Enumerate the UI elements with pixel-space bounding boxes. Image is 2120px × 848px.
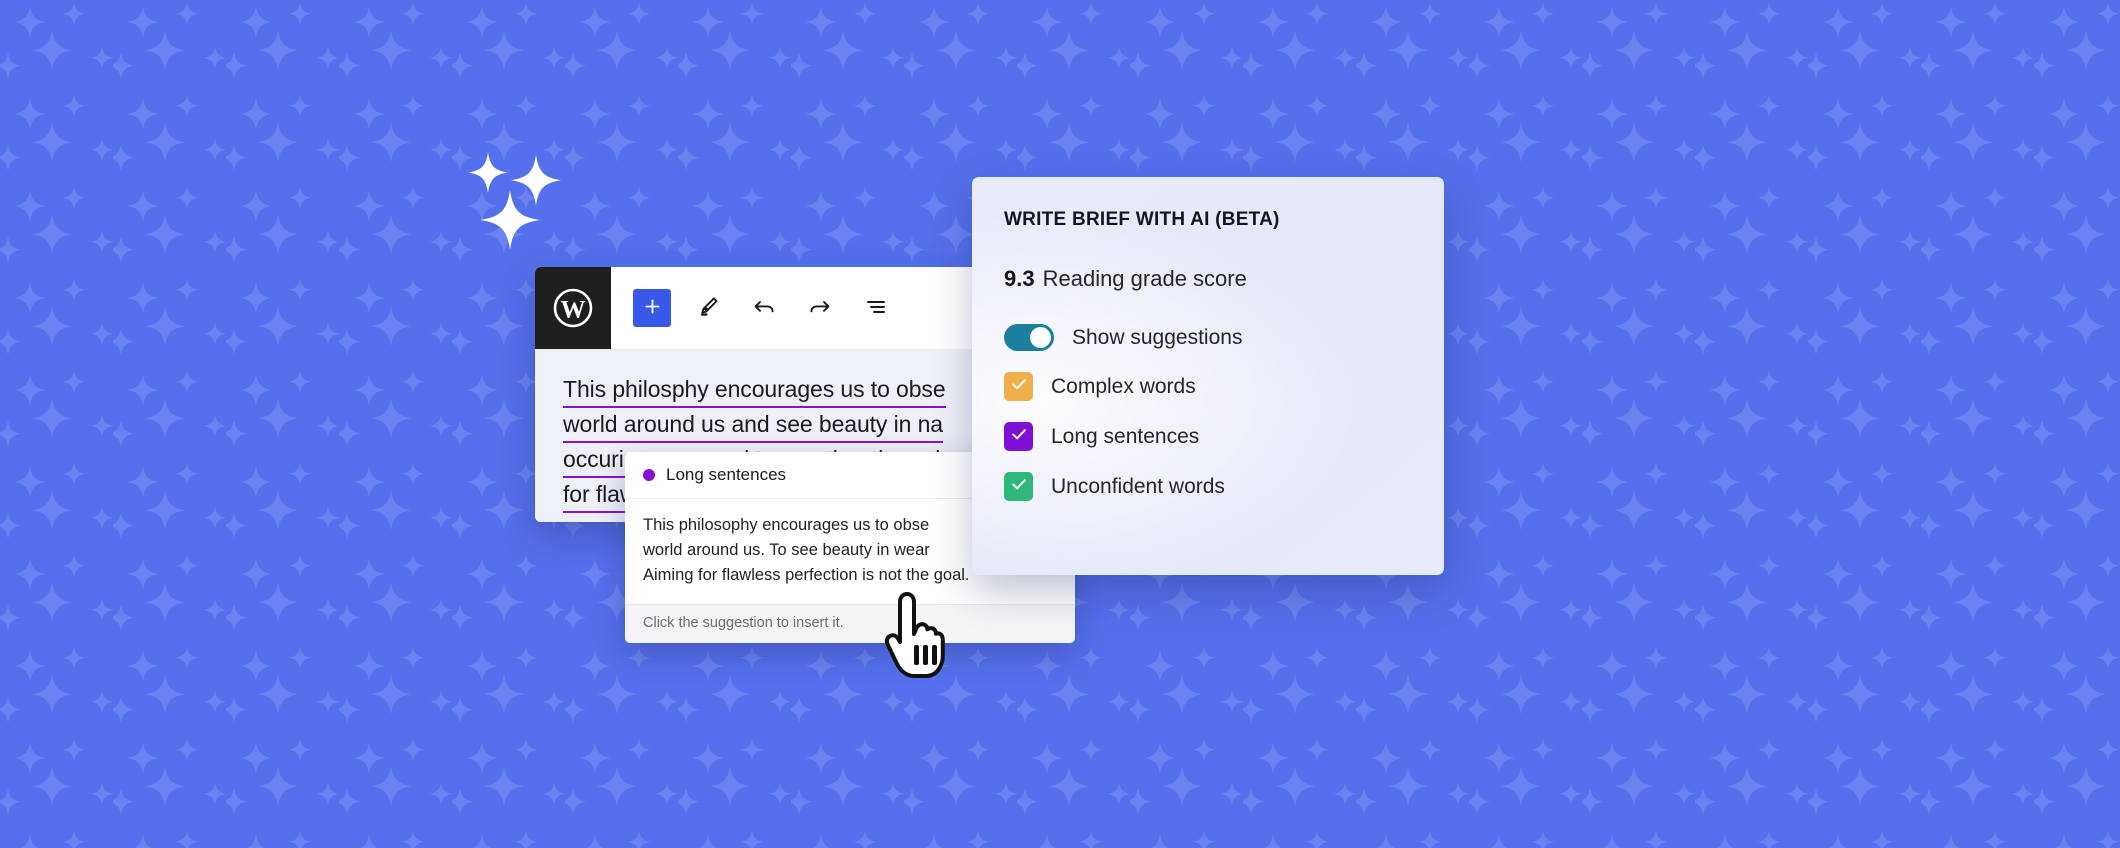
checkbox-checked-green[interactable] [1004,472,1033,501]
option-label: Show suggestions [1072,325,1243,349]
option-label: Long sentences [1051,424,1200,448]
category-dot-icon [643,469,655,481]
pencil-icon [697,295,720,321]
svg-text:W: W [561,297,586,324]
plus-icon [642,296,663,320]
panel-title: WRITE BRIEF WITH AI (BETA) [1004,209,1280,230]
unconfident-words-checkbox[interactable]: Unconfident words [1004,472,1444,501]
suggestion-footer-hint: Click the suggestion to insert it. [625,604,1075,643]
check-icon [1009,474,1029,499]
edit-tool-button[interactable] [689,289,727,327]
undo-arrow-icon [752,295,776,322]
list-view-icon [864,295,888,322]
add-block-button[interactable] [633,289,671,327]
suggestion-category-label: Long sentences [666,465,787,484]
redo-button[interactable] [801,289,839,327]
toggle-switch-on[interactable] [1004,324,1054,351]
editor-line: world around us and see beauty in na [563,408,943,443]
editor-line: This philosphy encourages us to obse [563,373,946,408]
long-sentences-checkbox[interactable]: Long sentences [1004,422,1444,451]
option-label: Complex words [1051,374,1196,398]
redo-arrow-icon [808,295,832,322]
write-brief-with-ai-panel: WRITE BRIEF WITH AI (BETA) 9.3 Reading g… [972,177,1444,575]
reading-grade-score: 9.3 Reading grade score [1004,266,1444,292]
suggestion-options-list: Show suggestions Complex words Long sent… [1004,324,1444,501]
check-icon [1009,374,1029,399]
check-icon [1009,424,1029,449]
checkbox-checked-purple[interactable] [1004,422,1033,451]
show-suggestions-toggle[interactable]: Show suggestions [1004,324,1444,351]
complex-words-checkbox[interactable]: Complex words [1004,372,1444,401]
reading-score-label: Reading grade score [1042,266,1247,291]
reading-score-value: 9.3 [1004,266,1035,291]
option-label: Unconfident words [1051,474,1225,498]
undo-button[interactable] [745,289,783,327]
checkbox-checked-amber[interactable] [1004,372,1033,401]
editor-toolbar-buttons [611,267,895,349]
editor-toolbar: W [535,267,1011,349]
wordpress-logo-icon[interactable]: W [535,267,611,349]
document-overview-button[interactable] [857,289,895,327]
toggle-knob [1030,327,1051,348]
